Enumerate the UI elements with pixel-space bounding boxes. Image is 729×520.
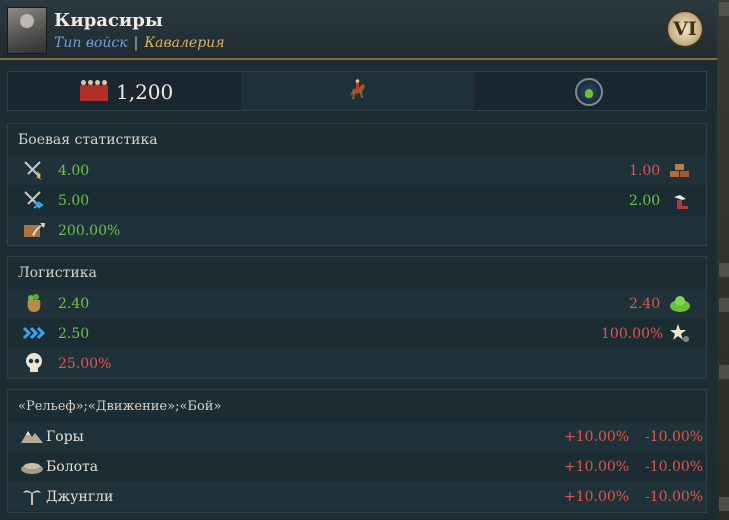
rank-badge-icon: VI xyxy=(666,10,704,48)
bonus-value: 200.00% xyxy=(58,223,121,239)
attrition-value: 25.00% xyxy=(58,356,112,372)
swamps-combat: -10.00% xyxy=(645,459,704,475)
bonus-arrow-icon xyxy=(24,223,45,237)
potion-icon xyxy=(575,78,603,106)
logistics-panel: Логистика 2.40 2.40 2.50 100.00% 25.00% xyxy=(7,256,707,379)
defense-value: 1.00 xyxy=(629,163,661,179)
forage-value: 2.40 xyxy=(629,296,661,312)
unit-title: Кирасиры xyxy=(54,10,163,31)
unit-type-link[interactable]: Тип войск xyxy=(54,35,128,51)
attack-swords-icon xyxy=(24,161,42,180)
jungle-icon xyxy=(23,490,41,505)
terrain-mountains-label: Горы xyxy=(46,429,84,445)
unit-portrait xyxy=(7,7,47,54)
speed-arrows-icon xyxy=(22,326,46,340)
manpower-cell[interactable]: 1,200 xyxy=(8,72,241,110)
jungle-movement: +10.00% xyxy=(564,489,630,505)
manpower-value: 1,200 xyxy=(116,80,174,104)
terrain-jungle-label: Джунгли xyxy=(46,489,114,505)
unit-subtitle: Тип войск | Кавалерия xyxy=(54,35,224,51)
experience-value: 100.00% xyxy=(601,326,664,342)
unit-panel: Кирасиры Тип войск | Кавалерия VI 1,200 Бо… xyxy=(0,0,718,520)
top-stats-row: 1,200 xyxy=(7,71,707,111)
mountains-combat: -10.00% xyxy=(645,429,704,445)
unit-category-cell[interactable] xyxy=(241,72,474,110)
logistics-title: Логистика xyxy=(18,265,97,281)
charge-value: 5.00 xyxy=(58,193,90,209)
supply-use-value: 2.40 xyxy=(58,296,90,312)
swamps-movement: +10.00% xyxy=(564,459,630,475)
bricks-icon xyxy=(670,164,689,177)
combat-stats-title: Боевая статистика xyxy=(18,132,158,148)
subtitle-separator: | xyxy=(133,35,139,51)
combat-stats-panel: Боевая статистика 4.00 1.00 5.00 2.00 20… xyxy=(7,123,707,246)
terrain-title: «Рельеф»;«Движение»;«Бой» xyxy=(18,399,222,414)
skull-icon xyxy=(26,353,42,372)
supply-cell[interactable] xyxy=(474,72,706,110)
winged-boot-icon xyxy=(674,195,688,209)
cavalry-horse-icon xyxy=(350,79,365,99)
speed-value: 2.50 xyxy=(58,326,90,342)
logistics-row-supply xyxy=(8,289,706,318)
supply-sack-icon xyxy=(27,294,41,312)
mountains-icon xyxy=(21,431,43,443)
terrain-panel: «Рельеф»;«Движение»;«Бой» Горы +10.00% -… xyxy=(7,389,707,513)
jungle-combat: -10.00% xyxy=(645,489,704,505)
pursuit-value: 2.00 xyxy=(629,193,661,209)
star-icon xyxy=(670,324,689,342)
terrain-swamps-label: Болота xyxy=(46,459,99,475)
swamp-icon xyxy=(21,463,43,474)
attack-value: 4.00 xyxy=(58,163,90,179)
forage-pile-icon xyxy=(670,296,690,312)
soldiers-icon xyxy=(80,80,110,103)
side-scroll-edge[interactable] xyxy=(717,0,729,520)
unit-header: Кирасиры Тип войск | Кавалерия VI xyxy=(0,0,717,60)
unit-class-link[interactable]: Кавалерия xyxy=(144,35,224,51)
logistics-row-attrition xyxy=(8,349,706,378)
charge-swords-icon xyxy=(24,191,44,209)
combat-row-attack xyxy=(8,156,706,185)
mountains-movement: +10.00% xyxy=(564,429,630,445)
combat-row-charge xyxy=(8,186,706,215)
